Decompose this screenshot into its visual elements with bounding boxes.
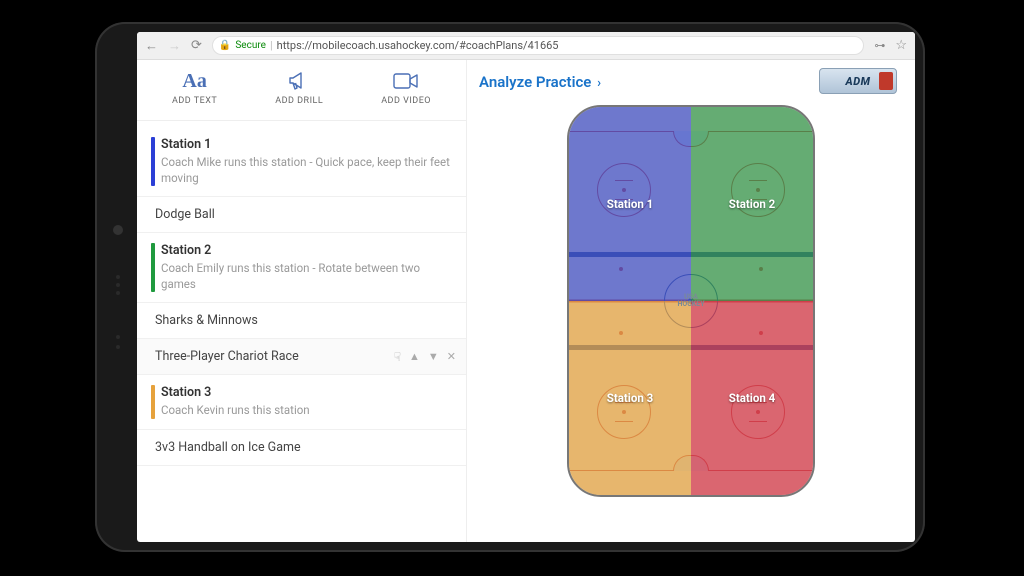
cursor-icon: ☟ bbox=[394, 350, 401, 364]
url-field[interactable]: 🔒 Secure | https://mobilecoach.usahockey… bbox=[212, 36, 864, 55]
url-text: https://mobilecoach.usahockey.com/#coach… bbox=[277, 39, 559, 52]
station-title: Station 2 bbox=[161, 243, 450, 258]
right-panel: Analyze Practice › ADM bbox=[467, 60, 915, 542]
text-icon: Aa bbox=[182, 70, 206, 92]
station-color-bar bbox=[151, 137, 155, 186]
station-desc: Coach Emily runs this station - Rotate b… bbox=[161, 261, 450, 292]
station-desc: Coach Mike runs this station - Quick pac… bbox=[161, 155, 450, 186]
rink-zone-3[interactable]: Station 3 bbox=[569, 301, 691, 495]
station-title: Station 1 bbox=[161, 137, 450, 152]
move-down-icon[interactable]: ▼ bbox=[428, 350, 439, 363]
station-item[interactable]: Station 3 Coach Kevin runs this station bbox=[137, 375, 466, 430]
add-text-button[interactable]: Aa ADD TEXT bbox=[172, 70, 217, 106]
forward-icon: → bbox=[168, 38, 181, 54]
star-icon[interactable]: ☆ bbox=[895, 38, 907, 53]
drill-item[interactable]: Sharks & Minnows bbox=[137, 303, 466, 339]
row-actions: ☟ ▲ ▼ ✕ bbox=[394, 350, 456, 364]
move-up-icon[interactable]: ▲ bbox=[409, 350, 420, 363]
megaphone-icon bbox=[287, 70, 311, 92]
station-color-bar bbox=[151, 243, 155, 292]
drill-title: Three-Player Chariot Race bbox=[155, 349, 299, 364]
left-panel: Aa ADD TEXT ADD DRILL ADD VIDEO bbox=[137, 60, 467, 542]
rink-zone-2[interactable]: Station 2 bbox=[691, 107, 813, 301]
drill-item-selected[interactable]: Three-Player Chariot Race ☟ ▲ ▼ ✕ bbox=[137, 339, 466, 375]
add-video-button[interactable]: ADD VIDEO bbox=[381, 70, 431, 106]
station-title: Station 3 bbox=[161, 385, 450, 400]
lock-icon: 🔒 bbox=[219, 40, 231, 51]
center-ice-logo: USA HOCKEY bbox=[677, 294, 704, 308]
drill-item[interactable]: 3v3 Handball on Ice Game bbox=[137, 430, 466, 466]
rink-diagram[interactable]: Station 1 Station 2 Station 3 Station 4 … bbox=[567, 105, 815, 497]
tablet-sensors bbox=[113, 225, 123, 349]
browser-window: ← → ⟳ 🔒 Secure | https://mobilecoach.usa… bbox=[137, 32, 915, 542]
analyze-practice-link[interactable]: Analyze Practice › bbox=[479, 73, 601, 91]
video-icon bbox=[393, 70, 419, 92]
station-item[interactable]: Station 2 Coach Emily runs this station … bbox=[137, 233, 466, 303]
drill-title: Sharks & Minnows bbox=[155, 313, 258, 328]
key-icon[interactable]: ⊶ bbox=[874, 39, 885, 52]
drill-title: 3v3 Handball on Ice Game bbox=[155, 440, 301, 455]
rink-zone-1[interactable]: Station 1 bbox=[569, 107, 691, 301]
practice-item-list: Station 1 Coach Mike runs this station -… bbox=[137, 121, 466, 542]
reload-icon[interactable]: ⟳ bbox=[191, 38, 202, 53]
station-item[interactable]: Station 1 Coach Mike runs this station -… bbox=[137, 127, 466, 197]
tablet-frame: ← → ⟳ 🔒 Secure | https://mobilecoach.usa… bbox=[95, 22, 925, 552]
remove-icon[interactable]: ✕ bbox=[447, 350, 456, 363]
back-icon[interactable]: ← bbox=[145, 38, 158, 54]
station-color-bar bbox=[151, 385, 155, 419]
rink-zone-4[interactable]: Station 4 bbox=[691, 301, 813, 495]
editor-toolbar: Aa ADD TEXT ADD DRILL ADD VIDEO bbox=[137, 60, 466, 121]
chevron-right-icon: › bbox=[597, 76, 601, 91]
drill-title: Dodge Ball bbox=[155, 207, 215, 222]
add-drill-button[interactable]: ADD DRILL bbox=[275, 70, 323, 106]
adm-logo: ADM bbox=[819, 68, 897, 94]
browser-address-bar: ← → ⟳ 🔒 Secure | https://mobilecoach.usa… bbox=[137, 32, 915, 60]
secure-label: Secure bbox=[235, 40, 266, 51]
drill-item[interactable]: Dodge Ball bbox=[137, 197, 466, 233]
station-desc: Coach Kevin runs this station bbox=[161, 403, 450, 419]
